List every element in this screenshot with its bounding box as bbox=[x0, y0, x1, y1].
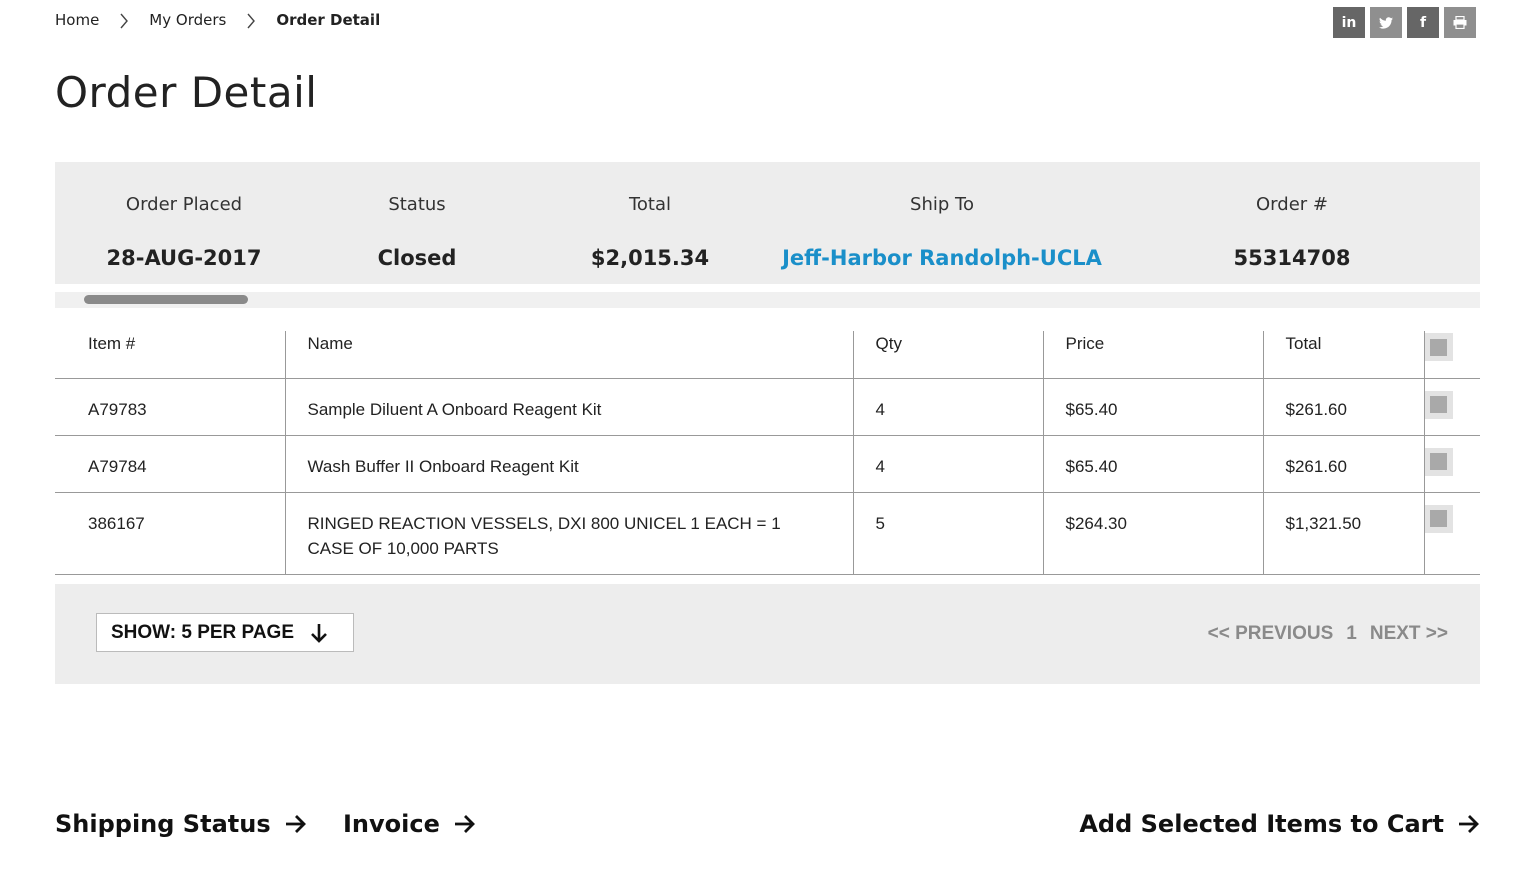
header-item-number: Item # bbox=[55, 331, 285, 379]
cell-qty: 4 bbox=[852, 378, 1043, 436]
cell-name: Sample Diluent A Onboard Reagent Kit bbox=[284, 378, 853, 436]
order-number-label: Order # bbox=[1256, 194, 1328, 215]
invoice-label: Invoice bbox=[343, 810, 440, 838]
arrow-right-icon bbox=[285, 814, 307, 834]
facebook-label: f bbox=[1419, 14, 1427, 31]
row-checkbox[interactable] bbox=[1424, 447, 1453, 476]
page-title: Order Detail bbox=[55, 68, 318, 117]
add-selected-to-cart-link[interactable]: Add Selected Items to Cart bbox=[1079, 810, 1480, 838]
previous-page-link[interactable]: << PREVIOUS bbox=[1208, 623, 1334, 645]
table-row: A79783 Sample Diluent A Onboard Reagent … bbox=[55, 378, 1480, 436]
total-value: $2,015.34 bbox=[590, 246, 710, 270]
facebook-icon[interactable]: f bbox=[1407, 7, 1439, 38]
shipping-status-link[interactable]: Shipping Status bbox=[55, 810, 307, 838]
header-total: Total bbox=[1262, 331, 1424, 379]
status-label: Status bbox=[388, 194, 446, 215]
order-items-table: Item # Name Qty Price Total A79783 Sampl… bbox=[55, 331, 1480, 575]
add-to-cart-label: Add Selected Items to Cart bbox=[1079, 810, 1444, 838]
cell-total: $261.60 bbox=[1262, 435, 1424, 493]
order-placed-label: Order Placed bbox=[125, 194, 243, 215]
pagination-bar: SHOW: 5 PER PAGE << PREVIOUS 1 NEXT >> bbox=[55, 584, 1480, 684]
row-checkbox[interactable] bbox=[1424, 390, 1453, 419]
cell-select bbox=[1423, 435, 1480, 493]
print-icon[interactable] bbox=[1444, 7, 1476, 38]
cell-total: $261.60 bbox=[1262, 378, 1424, 436]
cell-price: $65.40 bbox=[1042, 378, 1263, 436]
per-page-select[interactable]: SHOW: 5 PER PAGE bbox=[96, 613, 354, 652]
twitter-icon[interactable] bbox=[1370, 7, 1402, 38]
arrow-down-icon bbox=[310, 623, 328, 643]
table-row: 386167 RINGED REACTION VESSELS, DXI 800 … bbox=[55, 492, 1480, 575]
pager: << PREVIOUS 1 NEXT >> bbox=[1208, 623, 1448, 645]
breadcrumb: Home My Orders Order Detail bbox=[55, 11, 380, 29]
cell-total: $1,321.50 bbox=[1262, 492, 1424, 575]
order-placed-value: 28-AUG-2017 bbox=[106, 246, 262, 270]
header-qty: Qty bbox=[852, 331, 1043, 379]
status-value: Closed bbox=[377, 246, 457, 270]
order-summary: Order Placed 28-AUG-2017 Status Closed T… bbox=[55, 162, 1480, 284]
horizontal-scrollbar[interactable] bbox=[55, 292, 1480, 308]
breadcrumb-order-detail: Order Detail bbox=[276, 11, 381, 29]
header-price: Price bbox=[1042, 331, 1263, 379]
linkedin-label: in bbox=[1341, 14, 1357, 31]
arrow-right-icon bbox=[454, 814, 476, 834]
cell-qty: 5 bbox=[852, 492, 1043, 575]
cell-name: RINGED REACTION VESSELS, DXI 800 UNICEL … bbox=[284, 492, 853, 575]
chevron-right-icon bbox=[99, 11, 149, 29]
per-page-label: SHOW: 5 PER PAGE bbox=[111, 621, 294, 643]
invoice-link[interactable]: Invoice bbox=[343, 810, 476, 838]
table-header-row: Item # Name Qty Price Total bbox=[55, 331, 1480, 379]
table-row: A79784 Wash Buffer II Onboard Reagent Ki… bbox=[55, 435, 1480, 493]
scrollbar-thumb[interactable] bbox=[84, 295, 248, 304]
breadcrumb-my-orders[interactable]: My Orders bbox=[149, 11, 226, 29]
arrow-right-icon bbox=[1458, 814, 1480, 834]
cell-price: $264.30 bbox=[1042, 492, 1263, 575]
cell-item-number: A79784 bbox=[55, 435, 285, 493]
page-number-link[interactable]: 1 bbox=[1346, 623, 1357, 645]
ship-to-label: Ship To bbox=[910, 194, 974, 215]
breadcrumb-home[interactable]: Home bbox=[55, 11, 99, 29]
ship-to-link[interactable]: Jeff-Harbor Randolph-UCLA bbox=[782, 246, 1102, 270]
cell-item-number: A79783 bbox=[55, 378, 285, 436]
shipping-status-label: Shipping Status bbox=[55, 810, 271, 838]
share-bar: in f bbox=[1333, 7, 1476, 38]
row-checkbox[interactable] bbox=[1424, 504, 1453, 533]
next-page-link[interactable]: NEXT >> bbox=[1370, 623, 1448, 645]
linkedin-icon[interactable]: in bbox=[1333, 7, 1365, 38]
total-label: Total bbox=[628, 194, 672, 215]
select-all-checkbox[interactable] bbox=[1424, 333, 1453, 361]
cell-price: $65.40 bbox=[1042, 435, 1263, 493]
order-actions: Shipping Status Invoice Add Selected Ite… bbox=[0, 810, 1518, 846]
cell-select bbox=[1423, 378, 1480, 436]
cell-item-number: 386167 bbox=[55, 492, 285, 575]
cell-select bbox=[1423, 492, 1480, 575]
header-select bbox=[1423, 331, 1480, 379]
header-name: Name bbox=[284, 331, 853, 379]
cell-name: Wash Buffer II Onboard Reagent Kit bbox=[284, 435, 853, 493]
order-number-value: 55314708 bbox=[1233, 246, 1351, 270]
chevron-right-icon bbox=[226, 11, 276, 29]
cell-qty: 4 bbox=[852, 435, 1043, 493]
